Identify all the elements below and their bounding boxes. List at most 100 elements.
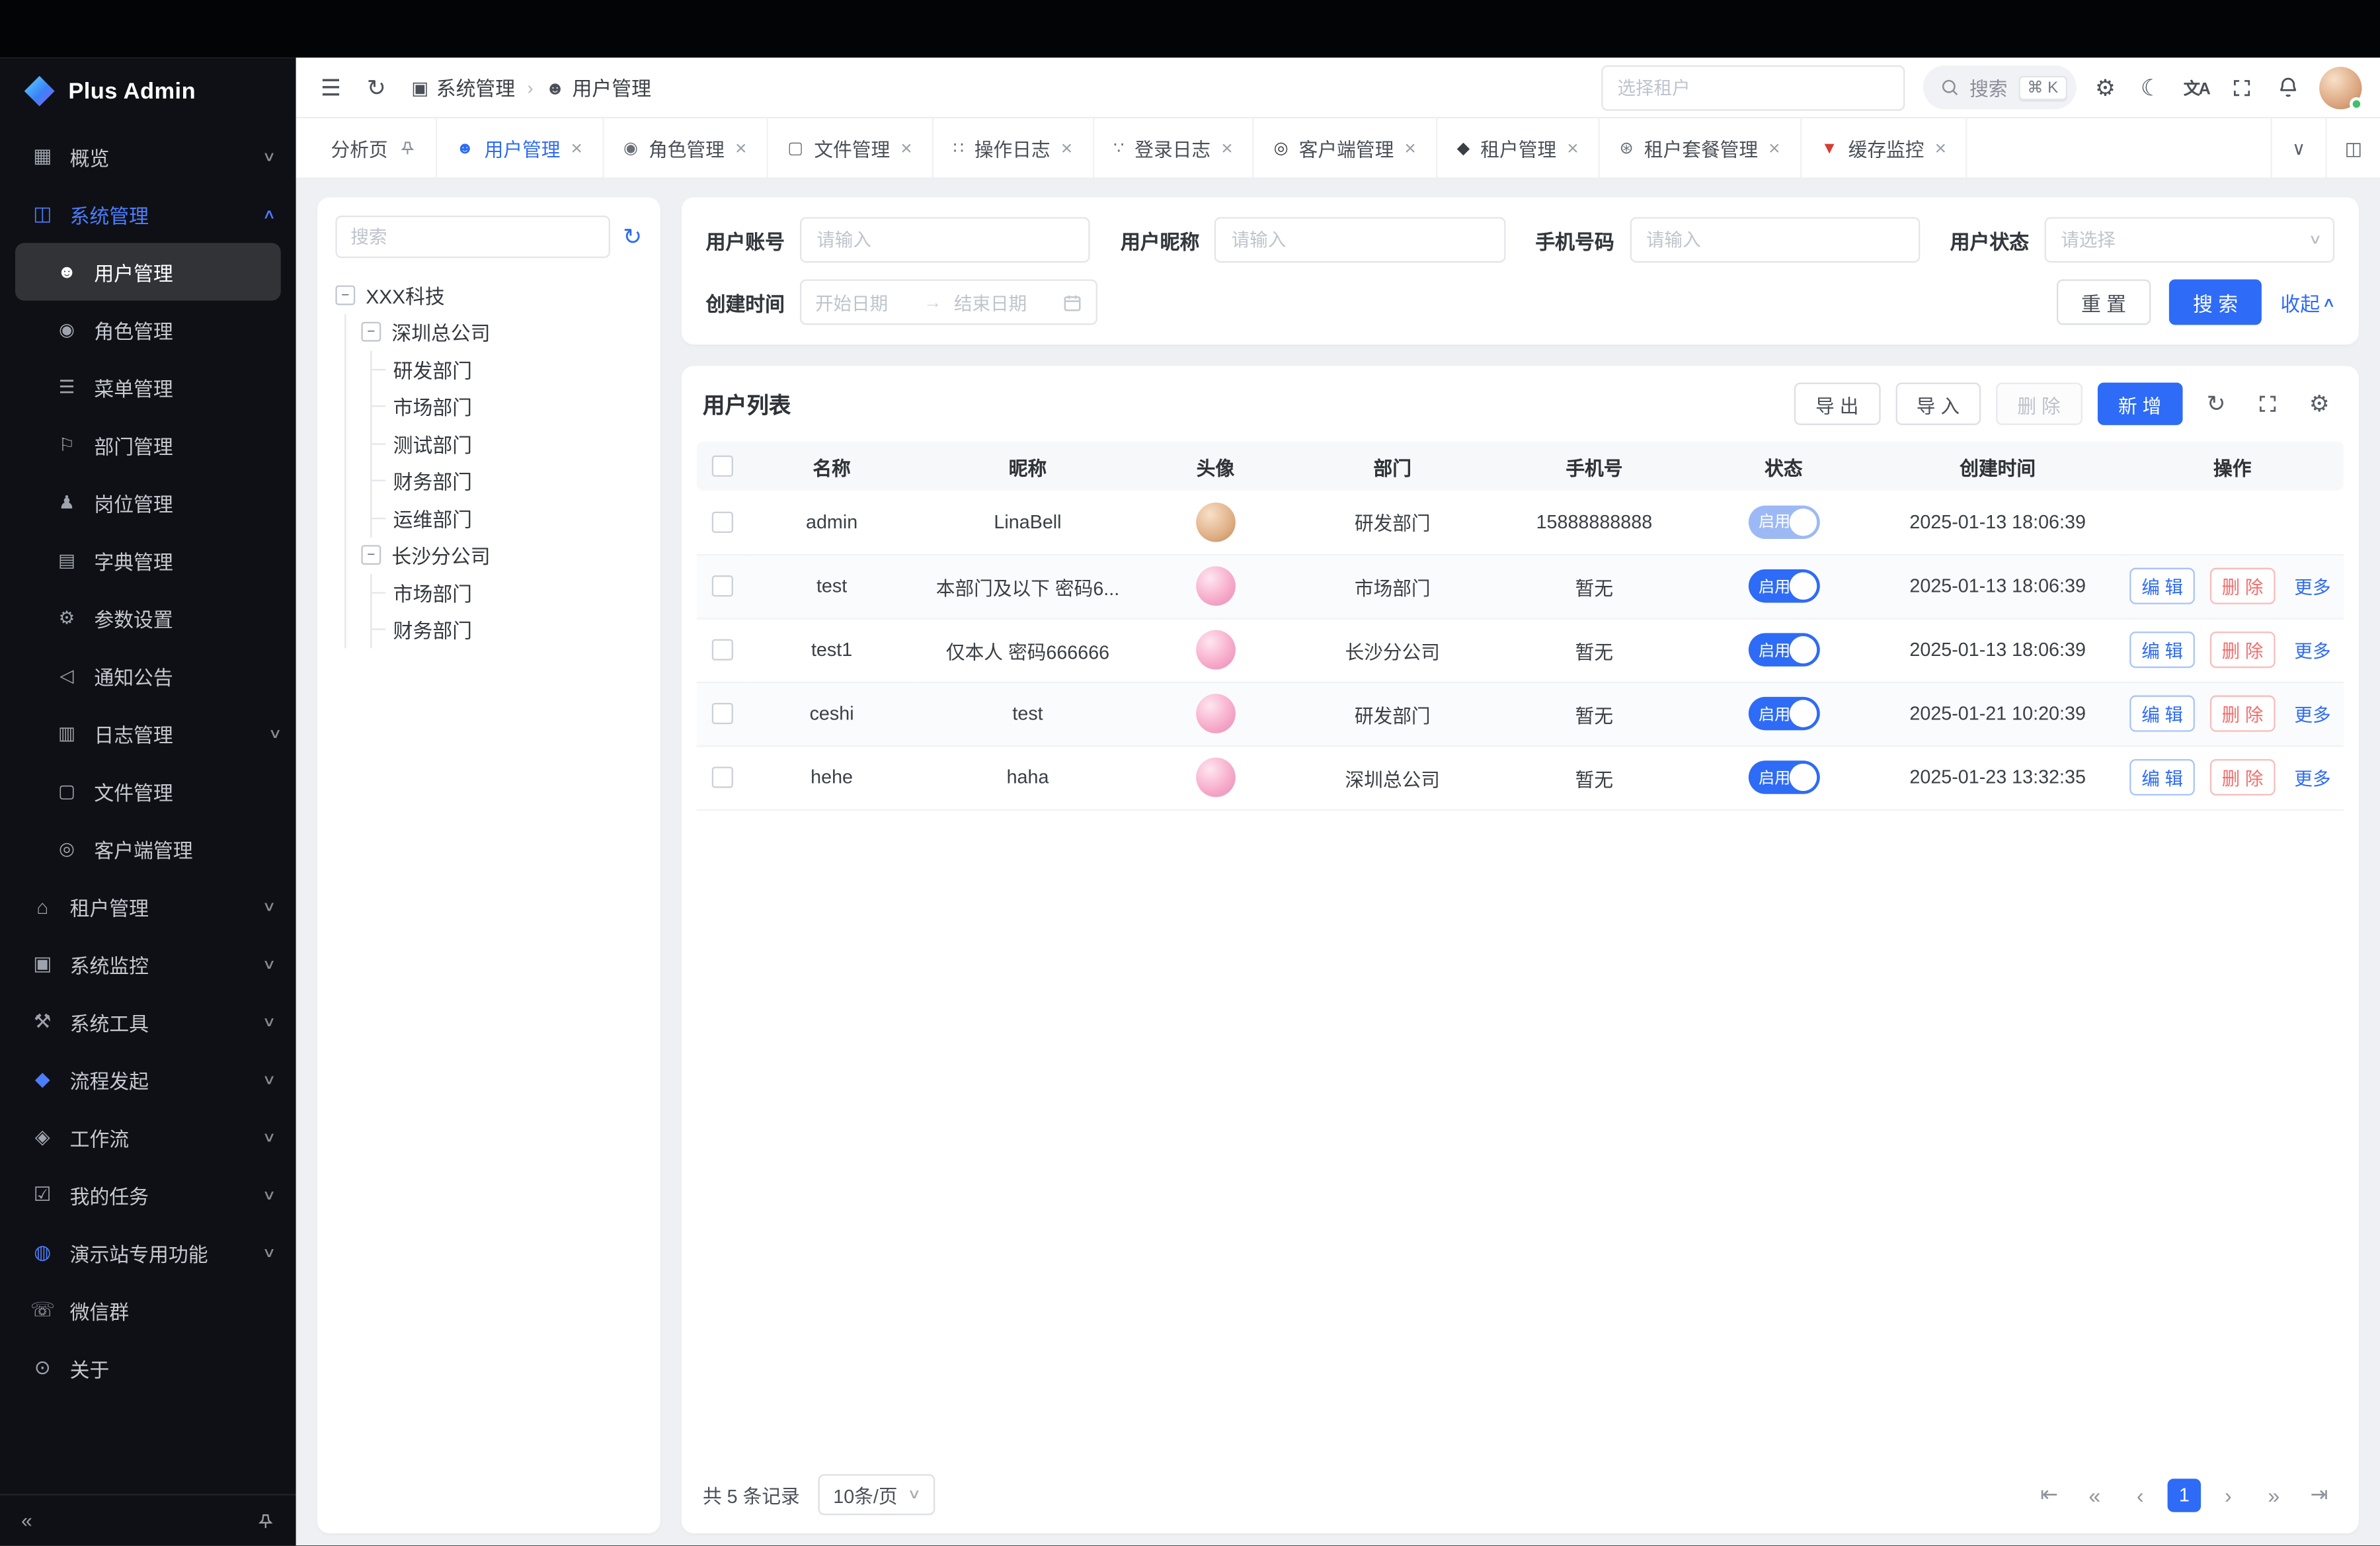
status-select[interactable]: ∨ (2044, 217, 2334, 263)
sidebar-item-param-settings[interactable]: ⚙ 参数设置 (15, 589, 281, 647)
sidebar-item-tenant-management[interactable]: ⌂ 租户管理 ∨ (0, 877, 296, 935)
status-toggle[interactable]: 启用 (1748, 633, 1819, 667)
status-select-input[interactable] (2044, 217, 2334, 263)
edit-button[interactable]: 编 辑 (2129, 568, 2196, 604)
select-all-checkbox[interactable] (713, 456, 734, 477)
more-button[interactable]: 更多 (2290, 696, 2336, 732)
next-page-button[interactable]: › (2210, 1477, 2246, 1513)
tree-node-dept[interactable]: 研发部门 (387, 350, 642, 387)
nickname-input[interactable] (1214, 217, 1505, 263)
sidebar-item-notice[interactable]: ◁ 通知公告 (15, 647, 281, 704)
close-icon[interactable]: × (900, 138, 912, 158)
delete-row-button[interactable]: 删 除 (2209, 696, 2276, 732)
sidebar-item-my-tasks[interactable]: ☑ 我的任务 ∨ (0, 1166, 296, 1223)
translate-icon[interactable]: 文A (2180, 67, 2213, 107)
row-checkbox[interactable] (713, 767, 734, 788)
delete-button[interactable]: 删 除 (1996, 383, 2082, 425)
row-checkbox[interactable] (713, 576, 734, 597)
hamburger-menu-icon[interactable]: ☰ (314, 67, 348, 107)
sidebar-item-overview[interactable]: ▦ 概览 ∨ (0, 128, 296, 185)
tab-tenant-management[interactable]: ◆ 租户管理 × (1437, 118, 1600, 178)
tree-node-root[interactable]: − XXX科技 (335, 276, 642, 313)
sidebar-item-demo-features[interactable]: ◍ 演示站专用功能 ∨ (0, 1224, 296, 1282)
tree-node-dept[interactable]: 市场部门 (387, 388, 642, 425)
fullscreen-icon[interactable] (2225, 67, 2259, 107)
tree-node-branch[interactable]: − 长沙分公司 (361, 537, 642, 574)
tree-node-dept[interactable]: 财务部门 (387, 611, 642, 648)
close-icon[interactable]: × (1404, 138, 1415, 158)
close-icon[interactable]: × (1061, 138, 1072, 158)
tab-cache-monitor[interactable]: ▼ 缓存监控 × (1802, 118, 1967, 178)
tab-login-log[interactable]: ∵ 登录日志 × (1093, 118, 1253, 178)
refresh-table-icon[interactable]: ↻ (2198, 386, 2234, 422)
tabs-layout-icon[interactable]: ◫ (2325, 118, 2380, 178)
phone-input[interactable] (1630, 217, 1920, 263)
user-avatar[interactable] (2319, 66, 2361, 108)
tab-user-management[interactable]: ☻ 用户管理 × (436, 118, 604, 178)
sidebar-item-wechat-group[interactable]: ☏ 微信群 (0, 1282, 296, 1339)
delete-row-button[interactable]: 删 除 (2209, 568, 2276, 604)
tab-analysis[interactable]: 分析页 (311, 118, 436, 178)
status-toggle[interactable]: 启用 (1748, 505, 1819, 539)
tree-node-dept[interactable]: 运维部门 (387, 499, 642, 536)
tabs-dropdown-icon[interactable]: ∨ (2271, 118, 2326, 178)
breadcrumb-current[interactable]: ☻ 用户管理 (545, 73, 651, 102)
status-toggle[interactable]: 启用 (1748, 697, 1819, 731)
sidebar-item-system-management[interactable]: ◫ 系统管理 ∧ (0, 185, 296, 243)
sidebar-item-role-management[interactable]: ◉ 角色管理 (15, 301, 281, 358)
sidebar-item-client-management[interactable]: ◎ 客户端管理 (15, 820, 281, 877)
more-button[interactable]: 更多 (2290, 759, 2336, 795)
delete-row-button[interactable]: 删 除 (2209, 759, 2276, 795)
brand[interactable]: Plus Admin (0, 58, 296, 124)
tree-node-dept[interactable]: 测试部门 (387, 425, 642, 462)
sidebar-item-system-monitor[interactable]: ▣ 系统监控 ∨ (0, 935, 296, 993)
pin-icon[interactable] (257, 1512, 275, 1530)
tree-collapse-toggle[interactable]: − (361, 322, 381, 342)
dark-mode-moon-icon[interactable]: ☾ (2134, 67, 2168, 107)
more-button[interactable]: 更多 (2290, 631, 2336, 668)
sidebar-item-file-management[interactable]: ▢ 文件管理 (15, 762, 281, 820)
prev-pages-button[interactable]: « (2077, 1477, 2113, 1513)
tenant-select-input[interactable] (1601, 65, 1904, 110)
close-icon[interactable]: × (1935, 138, 1946, 158)
date-range-picker[interactable]: 开始日期 → 结束日期 (800, 279, 1097, 325)
import-button[interactable]: 导 入 (1895, 383, 1981, 425)
reset-button[interactable]: 重 置 (2057, 279, 2150, 325)
global-search[interactable]: 搜索 ⌘ K (1923, 65, 2077, 110)
row-checkbox[interactable] (713, 704, 734, 725)
more-button[interactable]: 更多 (2290, 568, 2336, 604)
tab-client-management[interactable]: ◎ 客户端管理 × (1254, 118, 1437, 178)
sidebar-item-dept-management[interactable]: ⚐ 部门管理 (15, 416, 281, 473)
edit-button[interactable]: 编 辑 (2129, 696, 2196, 732)
status-toggle[interactable]: 启用 (1748, 569, 1819, 603)
column-settings-icon[interactable]: ⚙ (2301, 386, 2338, 422)
tree-collapse-toggle[interactable]: − (335, 285, 355, 305)
add-button[interactable]: 新 增 (2097, 383, 2183, 425)
delete-row-button[interactable]: 删 除 (2209, 631, 2276, 668)
refresh-page-icon[interactable]: ↻ (360, 67, 393, 107)
sidebar-item-about[interactable]: ⊙ 关于 (0, 1339, 296, 1397)
current-page-button[interactable]: 1 (2168, 1478, 2202, 1512)
first-page-button[interactable]: ⇤ (2031, 1477, 2067, 1513)
close-icon[interactable]: × (1567, 138, 1578, 158)
tab-file-management[interactable]: ▢ 文件管理 × (768, 118, 933, 178)
sidebar-item-menu-management[interactable]: ☰ 菜单管理 (15, 358, 281, 416)
last-page-button[interactable]: ⇥ (2301, 1477, 2338, 1513)
tree-node-branch[interactable]: − 深圳总公司 (361, 313, 642, 350)
row-checkbox[interactable] (713, 639, 734, 661)
sidebar-item-system-tools[interactable]: ⚒ 系统工具 ∨ (0, 993, 296, 1051)
edit-button[interactable]: 编 辑 (2129, 631, 2196, 668)
close-icon[interactable]: × (735, 138, 746, 158)
collapse-filters-link[interactable]: 收起 ∧ (2280, 288, 2334, 317)
notifications-bell-icon[interactable] (2271, 67, 2305, 107)
sidebar-item-post-management[interactable]: ♟ 岗位管理 (15, 473, 281, 531)
edit-button[interactable]: 编 辑 (2129, 759, 2196, 795)
tree-node-dept[interactable]: 市场部门 (387, 574, 642, 611)
settings-gear-icon[interactable]: ⚙ (2088, 67, 2122, 107)
next-pages-button[interactable]: » (2256, 1477, 2292, 1513)
sidebar-item-workflow[interactable]: ◈ 工作流 ∨ (0, 1108, 296, 1166)
close-icon[interactable]: × (1221, 138, 1232, 158)
tab-tenant-package[interactable]: ⊛ 租户套餐管理 × (1600, 118, 1802, 178)
status-toggle[interactable]: 启用 (1748, 760, 1819, 794)
page-size-select[interactable]: 10条/页 ∨ (818, 1474, 935, 1515)
